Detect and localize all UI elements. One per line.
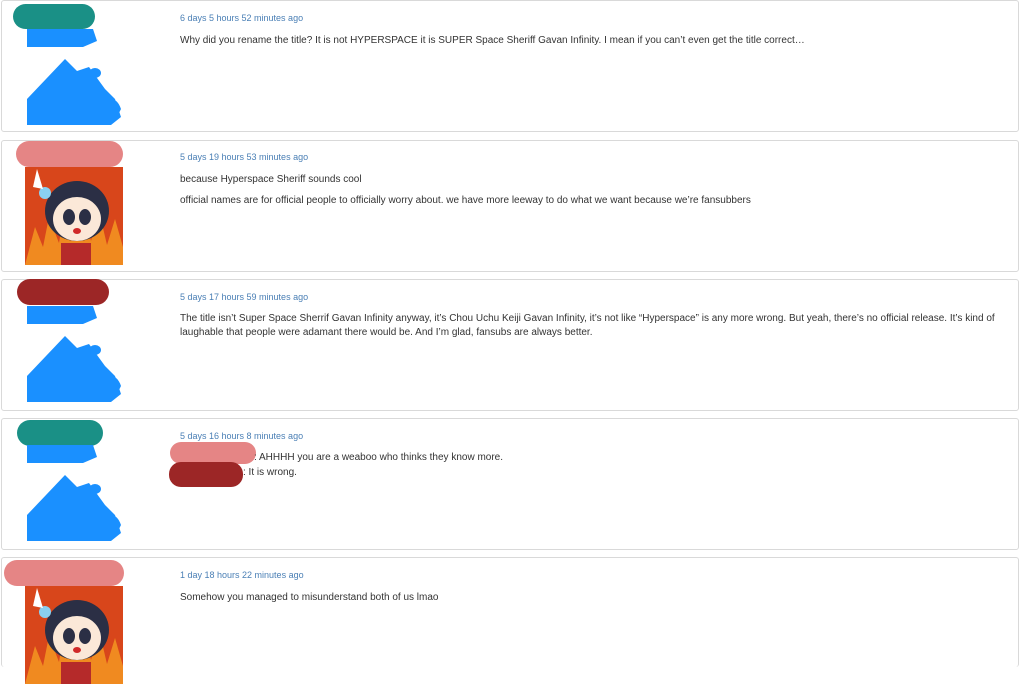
default-avatar-icon	[27, 445, 121, 541]
comment: 1 day 18 hours 22 minutes ago Somehow yo…	[1, 557, 1019, 684]
comment: 5 days 19 hours 53 minutes ago because H…	[1, 140, 1019, 272]
redacted-username[interactable]	[13, 4, 95, 29]
comment-text: official names are for official people t…	[180, 195, 751, 206]
comment: 6 days 5 hours 52 minutes ago Why did yo…	[1, 0, 1019, 132]
comment: 5 days 16 hours 8 minutes ago : AHHHH yo…	[1, 418, 1019, 550]
default-avatar-icon	[27, 29, 121, 125]
comment-timestamp[interactable]: 6 days 5 hours 52 minutes ago	[180, 13, 303, 23]
redacted-mention[interactable]	[170, 442, 256, 464]
redacted-mention[interactable]	[169, 462, 243, 487]
redacted-username[interactable]	[16, 141, 123, 167]
redacted-username[interactable]	[4, 560, 124, 586]
comment-timestamp[interactable]: 5 days 19 hours 53 minutes ago	[180, 152, 308, 162]
comment-text: : AHHHH you are a weaboo who thinks they…	[254, 452, 504, 463]
comment-text: because Hyperspace Sheriff sounds cool	[180, 174, 362, 185]
comment-timestamp[interactable]: 5 days 16 hours 8 minutes ago	[180, 431, 303, 441]
default-avatar-icon	[27, 306, 121, 402]
comment-timestamp[interactable]: 5 days 17 hours 59 minutes ago	[180, 292, 308, 302]
redacted-username[interactable]	[17, 279, 109, 305]
comment-timestamp[interactable]: 1 day 18 hours 22 minutes ago	[180, 570, 304, 580]
avatar[interactable]	[25, 306, 123, 404]
comment-text: Somehow you managed to misunderstand bot…	[180, 592, 439, 603]
comment-text: The title isn’t Super Space Sherrif Gava…	[180, 313, 995, 338]
avatar[interactable]	[25, 445, 123, 543]
comment: 5 days 17 hours 59 minutes ago The title…	[1, 279, 1019, 411]
redacted-username[interactable]	[17, 420, 103, 446]
anime-girl-avatar-icon	[25, 586, 123, 684]
comment-text: : It is wrong.	[243, 467, 297, 478]
avatar[interactable]	[25, 29, 123, 127]
anime-girl-avatar-icon	[25, 167, 123, 265]
avatar[interactable]	[25, 167, 123, 265]
comment-text: Why did you rename the title? It is not …	[180, 35, 805, 46]
avatar[interactable]	[25, 586, 123, 684]
